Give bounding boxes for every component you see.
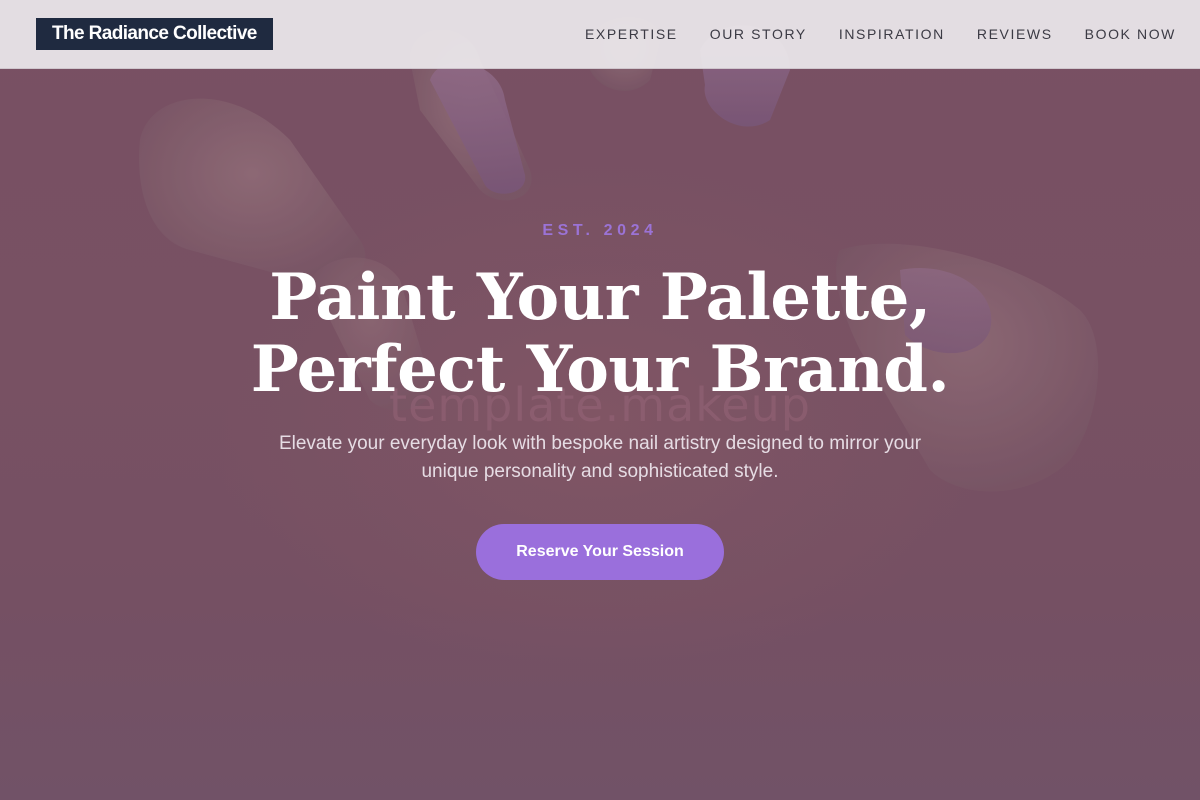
hero-eyebrow: EST. 2024 — [542, 222, 658, 239]
hero-headline-line-2: Perfect Your Brand. — [250, 332, 950, 407]
hero-section: EST. 2024 template.makeup Paint Your Pal… — [0, 0, 1200, 800]
hero-subtitle: Elevate your everyday look with bespoke … — [278, 433, 922, 482]
hero-headline-line-1: Paint Your Palette, — [269, 260, 931, 335]
reserve-session-button[interactable]: Reserve Your Session — [476, 524, 724, 580]
hero-headline: Paint Your Palette, Perfect Your Brand. — [0, 262, 1200, 406]
